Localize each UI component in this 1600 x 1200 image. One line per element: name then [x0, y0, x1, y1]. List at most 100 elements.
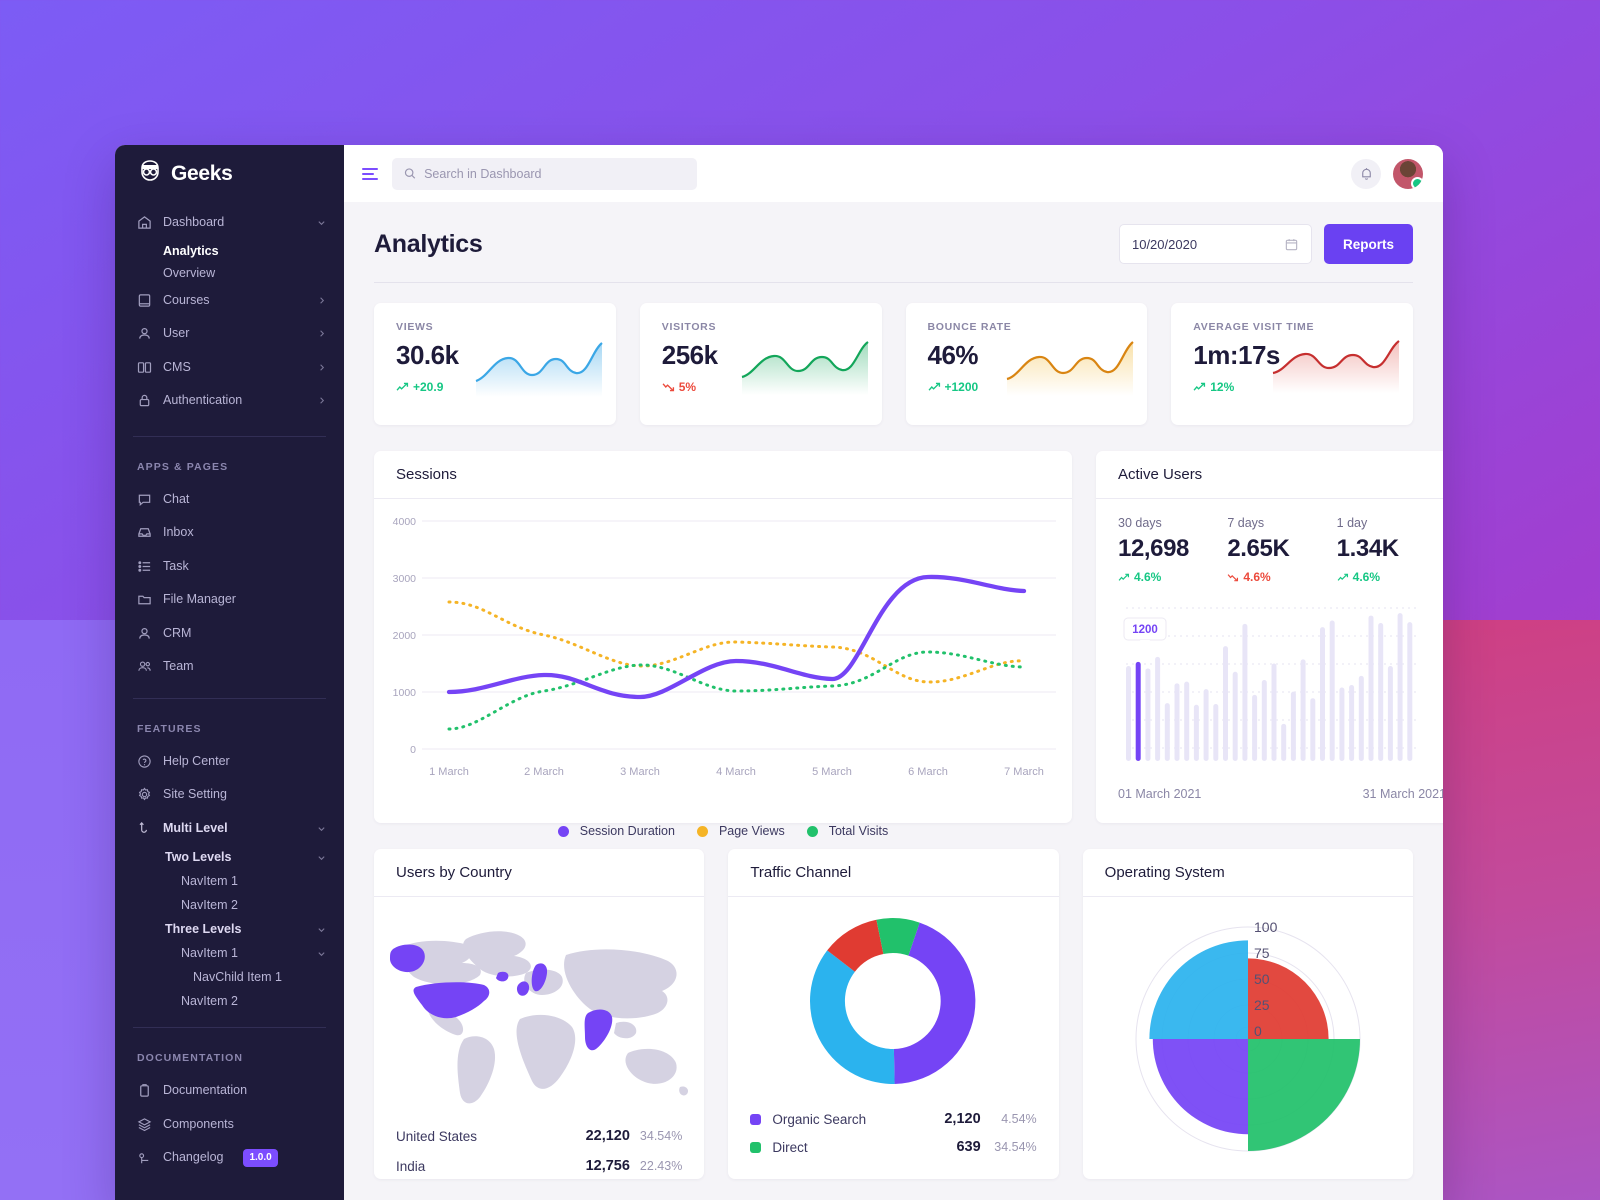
sidebar-item-user[interactable]: User: [115, 317, 344, 351]
sidebar-section-features: FEATURES: [137, 722, 202, 735]
bar[interactable]: [1223, 646, 1228, 761]
sidebar-item-two-levels[interactable]: Two Levels: [115, 845, 344, 869]
bar[interactable]: [1368, 615, 1374, 761]
bar[interactable]: [1252, 694, 1258, 761]
legend-pct: 34.54%: [994, 1140, 1037, 1154]
sidebar-item-team[interactable]: Team: [115, 650, 344, 684]
sidebar-item-navchild-item-1[interactable]: NavChild Item 1: [115, 965, 344, 989]
bar[interactable]: [1281, 723, 1287, 761]
search-box[interactable]: [392, 157, 697, 190]
legend-item-total-visits[interactable]: Total Visits: [806, 824, 888, 838]
sidebar-item-label: Components: [163, 1116, 234, 1131]
legend-item-page-views[interactable]: Page Views: [696, 824, 785, 838]
sidebar-item-changelog[interactable]: Changelog 1.0.0: [115, 1141, 344, 1175]
sidebar-item-inbox[interactable]: Inbox: [115, 516, 344, 550]
user-icon: [137, 326, 152, 341]
sidebar-item-dashboard[interactable]: Dashboard: [115, 206, 344, 240]
traffic-donut-chart[interactable]: [803, 911, 983, 1091]
bar[interactable]: [1126, 665, 1131, 761]
bar[interactable]: [1135, 661, 1141, 761]
sidebar-item-multi-level[interactable]: Multi Level: [115, 812, 344, 846]
bar[interactable]: [1329, 620, 1335, 761]
bar[interactable]: [1310, 698, 1316, 761]
legend-pct: 4.54%: [1001, 1112, 1037, 1126]
sidebar-item-three-levels-navitem-1[interactable]: NavItem 1: [115, 941, 344, 965]
bar[interactable]: [1184, 681, 1190, 761]
legend-value: 639: [956, 1139, 981, 1155]
active-users-bar-chart[interactable]: 1200: [1118, 596, 1443, 776]
avatar[interactable]: [1393, 158, 1423, 189]
bar[interactable]: [1155, 656, 1161, 761]
reports-button[interactable]: Reports: [1323, 224, 1413, 264]
bar[interactable]: [1397, 613, 1403, 761]
bar[interactable]: [1339, 687, 1345, 761]
world-map[interactable]: [380, 901, 696, 1116]
legend-item-direct[interactable]: Direct 639 34.54%: [728, 1133, 1058, 1161]
svg-text:4000: 4000: [393, 516, 417, 528]
sidebar-item-task[interactable]: Task: [115, 550, 344, 584]
svg-text:100: 100: [1254, 919, 1278, 935]
bar[interactable]: [1290, 691, 1296, 761]
stat-cards: VIEWS 30.6k +20.9 VISITORS 256k 5% BOUNC…: [374, 303, 1413, 425]
bar[interactable]: [1378, 623, 1384, 761]
bar[interactable]: [1261, 680, 1267, 761]
bar[interactable]: [1145, 668, 1151, 761]
sidebar-item-three-levels-navitem-2[interactable]: NavItem 2: [115, 989, 344, 1013]
users-by-country-panel: Users by Country United States 22,120 34…: [374, 849, 705, 1179]
sidebar-item-help-center[interactable]: Help Center: [115, 745, 344, 779]
menu-toggle-button[interactable]: [362, 165, 378, 183]
trend-up-icon: [396, 382, 409, 391]
bar[interactable]: [1387, 665, 1393, 761]
bar[interactable]: [1193, 704, 1199, 761]
page-header-actions: 10/20/2020 Reports: [1118, 224, 1413, 264]
date-picker[interactable]: 10/20/2020: [1118, 224, 1312, 264]
bar[interactable]: [1300, 659, 1306, 761]
svg-text:1000: 1000: [393, 687, 417, 699]
bar[interactable]: [1358, 675, 1364, 761]
bar[interactable]: [1174, 683, 1180, 761]
sidebar-item-site-setting[interactable]: Site Setting: [115, 778, 344, 812]
bar[interactable]: [1213, 703, 1219, 761]
sidebar-item-overview[interactable]: Overview: [115, 262, 344, 284]
sidebar-item-navitem-1[interactable]: NavItem 1: [115, 869, 344, 893]
bar[interactable]: [1232, 671, 1238, 761]
sidebar-item-documentation[interactable]: Documentation: [115, 1074, 344, 1108]
sidebar-item-three-levels[interactable]: Three Levels: [115, 917, 344, 941]
bar[interactable]: [1164, 703, 1170, 761]
bar[interactable]: [1407, 622, 1413, 761]
sidebar-item-navitem-2[interactable]: NavItem 2: [115, 893, 344, 917]
svg-text:2 March: 2 March: [524, 766, 564, 778]
sidebar-item-cms[interactable]: CMS: [115, 351, 344, 385]
chevron-right-icon: [320, 364, 325, 371]
bar[interactable]: [1242, 623, 1248, 761]
search-input[interactable]: [424, 166, 685, 181]
topbar-actions: [1351, 158, 1423, 189]
bar[interactable]: [1320, 627, 1325, 761]
trend-up-icon: [1118, 573, 1130, 581]
legend-item-session-duration[interactable]: Session Duration: [557, 824, 675, 838]
operating-system-polar-chart[interactable]: 100 75 50 25 0: [1103, 911, 1393, 1161]
legend-label: Page Views: [718, 824, 785, 838]
trend-up-icon: [928, 382, 940, 391]
bar[interactable]: [1203, 689, 1209, 761]
sidebar-item-crm[interactable]: CRM: [115, 617, 344, 651]
bar[interactable]: [1349, 684, 1355, 761]
clipboard-icon: [137, 1083, 152, 1098]
calendar-icon[interactable]: [1284, 237, 1299, 252]
country-value: 12,756: [585, 1158, 630, 1174]
chevron-right-icon: [320, 397, 325, 404]
sidebar-item-file-manager[interactable]: File Manager: [115, 583, 344, 617]
legend-item-organic-search[interactable]: Organic Search 2,120 4.54%: [728, 1105, 1058, 1133]
sessions-chart[interactable]: 4000 3000 2000 1000 0 1 March 2 March 3 …: [374, 499, 1072, 817]
range-end: 31 March 2021: [1362, 787, 1443, 801]
sidebar-item-chat[interactable]: Chat: [115, 483, 344, 517]
sidebar-item-analytics[interactable]: Analytics: [115, 240, 344, 262]
notifications-button[interactable]: [1351, 158, 1381, 189]
sidebar-item-authentication[interactable]: Authentication: [115, 384, 344, 418]
bar[interactable]: [1271, 663, 1277, 761]
sidebar-item-courses[interactable]: Courses: [115, 284, 344, 318]
brand-logo[interactable]: Geeks: [115, 145, 344, 206]
panel-header: Users by Country: [374, 849, 705, 897]
sidebar-item-components[interactable]: Components: [115, 1108, 344, 1142]
stat-label: VISITORS: [661, 321, 717, 333]
